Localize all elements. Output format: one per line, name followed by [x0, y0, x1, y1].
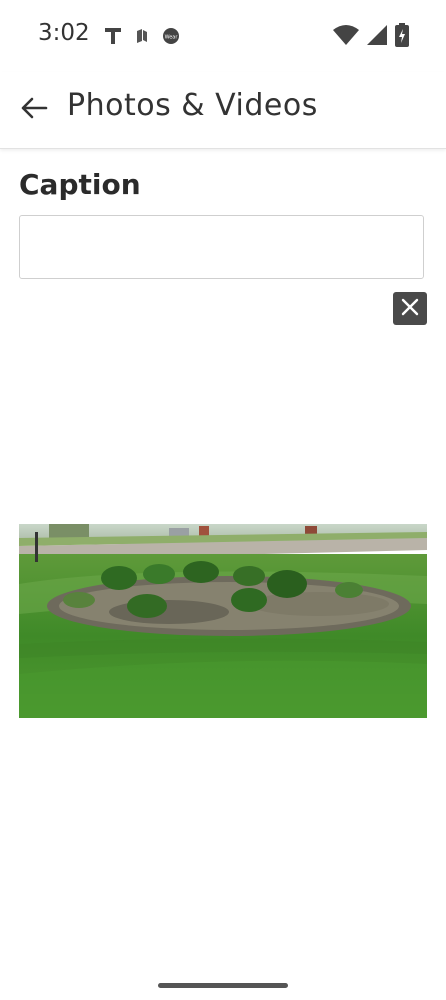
home-indicator[interactable]	[158, 983, 288, 988]
remove-media-button[interactable]	[393, 292, 427, 325]
back-button[interactable]	[16, 92, 52, 128]
status-bar: 3:02 Wear	[0, 0, 446, 72]
app-notification-icon	[134, 27, 150, 49]
cellular-signal-icon	[366, 23, 388, 51]
caption-input[interactable]	[19, 215, 424, 279]
close-icon	[400, 297, 420, 321]
app-bar: Photos & Videos	[0, 72, 446, 149]
wifi-icon	[332, 23, 360, 51]
caption-label: Caption	[19, 168, 141, 201]
t-mobile-icon	[104, 26, 122, 50]
media-photo[interactable]	[19, 524, 427, 718]
status-system-icons	[332, 22, 410, 52]
status-time: 3:02	[38, 20, 90, 46]
status-notification-icons: Wear	[104, 26, 180, 50]
lawn-garden-photo	[19, 524, 427, 718]
wear-icon: Wear	[162, 27, 180, 49]
arrow-back-icon	[20, 96, 48, 124]
wear-text: Wear	[165, 35, 179, 41]
battery-charging-icon	[394, 22, 410, 52]
page-title: Photos & Videos	[67, 88, 318, 123]
